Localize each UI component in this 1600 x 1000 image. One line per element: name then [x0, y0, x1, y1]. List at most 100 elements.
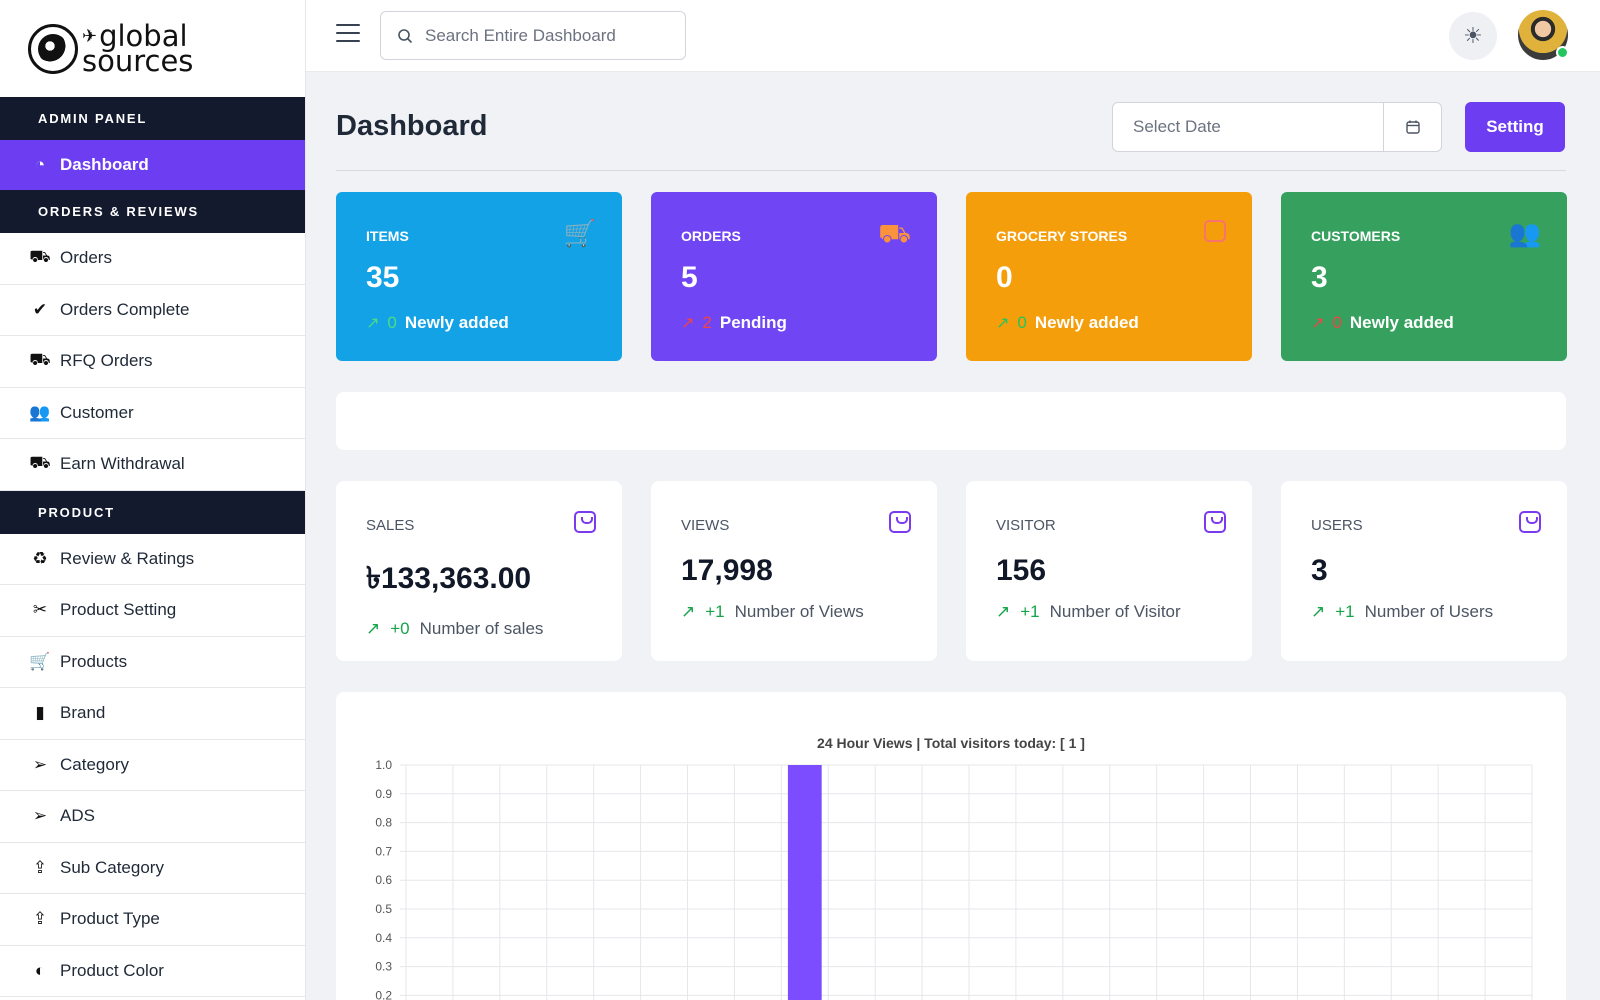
chart-y-tick-label: 0.2 — [375, 988, 392, 1000]
shopping-bag-icon — [574, 511, 596, 533]
metric-sub: ↗ +1 Number of Visitor — [996, 602, 1181, 621]
shopping-bag-icon — [1204, 218, 1226, 249]
chart-y-tick-label: 0.6 — [375, 873, 392, 887]
chart-y-tick-label: 1.0 — [375, 758, 392, 772]
trend-up-icon: ↗ — [1311, 602, 1326, 621]
truck-icon: ⛟ — [29, 247, 51, 267]
sidebar-item-product-color[interactable]: ◐ Product Color — [0, 946, 305, 997]
page-title: Dashboard — [336, 110, 488, 142]
sidebar-item-ads[interactable]: ➢ ADS — [0, 791, 305, 843]
hamburger-menu-icon[interactable] — [336, 24, 360, 44]
stat-card-items[interactable]: ITEMS 35 ↗ 0 Newly added 🛒 — [336, 192, 622, 361]
metric-value: ৳133,363.00 — [366, 562, 532, 595]
stat-card-grocery-stores[interactable]: GROCERY STORES 0 ↗ 0 Newly added — [966, 192, 1252, 361]
sidebar-item-product-type[interactable]: ⇪ Product Type — [0, 894, 305, 946]
blank-panel — [336, 392, 1566, 450]
contrast-icon: ◐ — [34, 960, 46, 980]
trend-up-icon: ↗ — [366, 619, 381, 638]
brand-logo[interactable]: ✈global sources — [0, 0, 305, 97]
sidebar-item-customer[interactable]: 👥 Customer — [0, 388, 305, 439]
metric-sub: ↗ +1 Number of Views — [681, 602, 864, 621]
metric-card-users[interactable]: USERS 3 ↗ +1 Number of Users — [1281, 481, 1567, 661]
clipboard-icon: ▮ — [35, 703, 45, 723]
metric-label: VISITOR — [996, 517, 1056, 534]
chart-y-tick-label: 0.3 — [375, 960, 392, 974]
trend-up-icon: ↗ — [996, 315, 1010, 332]
truck-icon: ⛟ — [29, 350, 51, 370]
online-status-dot — [1556, 46, 1569, 59]
sidebar-item-orders[interactable]: ⛟ Orders — [0, 233, 305, 285]
date-input[interactable] — [1113, 103, 1383, 151]
stat-card-label: ITEMS — [366, 228, 409, 244]
search-input[interactable] — [425, 25, 665, 46]
users-icon: 👥 — [29, 402, 51, 422]
recycle-icon: ♻ — [32, 548, 48, 568]
stat-card-sub: ↗ 0 Newly added — [366, 313, 509, 332]
metric-sub: ↗ +0 Number of sales — [366, 619, 544, 638]
stat-card-label: ORDERS — [681, 228, 741, 244]
date-picker — [1112, 102, 1442, 152]
chart-bar[interactable] — [787, 765, 822, 1000]
tools-icon: ✂ — [32, 600, 48, 620]
section-header-orders-reviews: ORDERS & REVIEWS — [0, 190, 305, 233]
stat-card-sub: ↗ 2 Pending — [681, 313, 787, 332]
sidebar-item-products[interactable]: 🛒 Products — [0, 637, 305, 688]
globe-icon — [28, 23, 78, 74]
metric-card-views[interactable]: VIEWS 17,998 ↗ +1 Number of Views — [651, 481, 937, 661]
check-circle-icon: ✔ — [32, 299, 48, 319]
metric-sub: ↗ +1 Number of Users — [1311, 602, 1494, 621]
metric-value: 3 — [1311, 554, 1328, 587]
metric-label: VIEWS — [681, 517, 730, 534]
trend-up-icon: ↗ — [681, 602, 696, 621]
topbar: ☀ — [306, 0, 1600, 72]
sidebar-item-category[interactable]: ➢ Category — [0, 740, 305, 791]
main-content: Dashboard Setting ITEMS 35 ↗ 0 Newly add… — [336, 72, 1567, 1000]
truck-icon: ⛟ — [29, 453, 51, 473]
sidebar-item-brand[interactable]: ▮ Brand — [0, 688, 305, 740]
chart-panel: 24 Hour Views | Total visitors today: [ … — [336, 692, 1566, 1000]
shopping-bag-icon — [1204, 511, 1226, 533]
brand-name: ✈global sources — [82, 19, 194, 78]
theme-toggle-sun-icon[interactable]: ☀ — [1449, 12, 1497, 60]
sidebar: ✈global sources ADMIN PANEL ◔ Dashboard … — [0, 0, 306, 1000]
metric-card-sales[interactable]: SALES ৳133,363.00 ↗ +0 Number of sales — [336, 481, 622, 661]
chart-y-tick-label: 0.9 — [375, 787, 392, 801]
paper-plane-icon: ➢ — [32, 754, 48, 774]
sidebar-item-review-ratings[interactable]: ♻ Review & Ratings — [0, 534, 305, 585]
stat-card-orders[interactable]: ORDERS 5 ↗ 2 Pending ⛟ — [651, 192, 937, 361]
sidebar-item-orders-complete[interactable]: ✔ Orders Complete — [0, 285, 305, 336]
section-header-product: PRODUCT — [0, 490, 305, 534]
stat-card-customers[interactable]: CUSTOMERS 3 ↗ 0 Newly added 👥 — [1281, 192, 1567, 361]
sidebar-item-dashboard[interactable]: ◔ Dashboard — [0, 140, 305, 190]
stat-card-value: 3 — [1311, 261, 1328, 294]
sidebar-item-earn-withdrawal[interactable]: ⛟ Earn Withdrawal — [0, 439, 305, 491]
setting-button[interactable]: Setting — [1465, 102, 1565, 152]
stat-card-value: 35 — [366, 261, 400, 294]
gauge-icon: ◔ — [34, 155, 46, 174]
avatar[interactable] — [1518, 10, 1569, 60]
divider — [336, 170, 1566, 171]
metric-card-visitor[interactable]: VISITOR 156 ↗ +1 Number of Visitor — [966, 481, 1252, 661]
cart-icon: 🛒 — [563, 218, 596, 248]
trend-up-icon: ↗ — [366, 315, 380, 332]
chart-y-tick-label: 0.7 — [375, 844, 392, 858]
chart-y-tick-label: 0.4 — [375, 931, 392, 945]
trend-up-icon: ↗ — [1311, 315, 1325, 332]
upload-icon: ⇪ — [32, 909, 48, 929]
search-box — [380, 11, 686, 60]
sidebar-item-product-setting[interactable]: ✂ Product Setting — [0, 585, 305, 637]
metric-value: 17,998 — [681, 554, 773, 587]
paper-plane-icon: ➢ — [32, 806, 48, 826]
shopping-bag-icon — [1519, 511, 1541, 533]
stat-card-sub: ↗ 0 Newly added — [996, 313, 1139, 332]
sidebar-item-sub-category[interactable]: ⇪ Sub Category — [0, 843, 305, 894]
trend-up-icon: ↗ — [996, 602, 1011, 621]
chart-y-tick-label: 0.5 — [375, 902, 392, 916]
upload-icon: ⇪ — [32, 857, 48, 877]
stat-card-label: CUSTOMERS — [1311, 228, 1401, 244]
section-header-admin-panel: ADMIN PANEL — [0, 97, 305, 140]
stat-card-sub: ↗ 0 Newly added — [1311, 313, 1454, 332]
sidebar-item-rfq-orders[interactable]: ⛟ RFQ Orders — [0, 336, 305, 388]
metric-label: USERS — [1311, 517, 1363, 534]
calendar-icon[interactable] — [1383, 103, 1441, 151]
